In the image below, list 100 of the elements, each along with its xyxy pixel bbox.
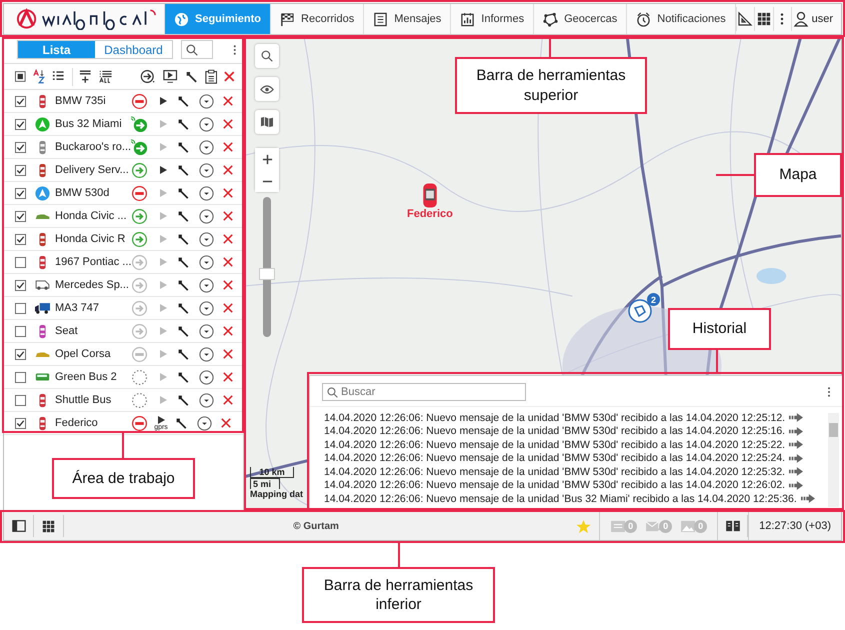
wrench-icon[interactable] <box>184 70 198 84</box>
list-icon[interactable] <box>52 70 64 83</box>
unit-name[interactable]: Federico <box>55 417 130 429</box>
checkbox[interactable] <box>15 210 26 222</box>
monitor-play-icon[interactable] <box>163 69 178 84</box>
unit-name[interactable]: BMW 735i <box>55 95 130 107</box>
dropdown-circle-icon[interactable] <box>197 416 212 430</box>
wrench-icon[interactable] <box>177 324 190 338</box>
delete-icon[interactable] <box>223 96 233 106</box>
arrow-circle-icon[interactable] <box>140 69 156 84</box>
unit-name[interactable]: Seat <box>55 325 130 337</box>
dropdown-circle-icon[interactable] <box>199 370 214 384</box>
wrench-icon[interactable] <box>177 118 190 130</box>
wrench-icon[interactable] <box>177 232 190 246</box>
arrow-right-icon[interactable] <box>789 454 804 463</box>
dropdown-circle-icon[interactable] <box>199 232 214 246</box>
unit-name[interactable]: Buckaroo's ro... <box>55 141 130 153</box>
unit-name[interactable]: Shuttle Bus <box>55 394 130 406</box>
delete-icon[interactable] <box>223 165 233 175</box>
user-button[interactable] <box>791 7 810 31</box>
wrench-icon[interactable] <box>177 164 190 176</box>
wrench-icon[interactable] <box>177 256 190 268</box>
checkbox[interactable] <box>15 118 26 130</box>
checkbox[interactable] <box>15 394 26 406</box>
unit-name[interactable]: Honda Civic ... <box>55 210 130 222</box>
delete-icon[interactable] <box>224 71 235 82</box>
arrow-right-icon[interactable] <box>800 494 815 504</box>
visibility-button[interactable] <box>255 77 279 101</box>
wrench-icon[interactable] <box>177 94 190 108</box>
wrench-icon[interactable] <box>175 416 188 430</box>
wrench-icon[interactable] <box>177 140 190 154</box>
delete-icon[interactable] <box>221 418 231 428</box>
wrench-icon[interactable] <box>177 348 190 360</box>
map-layers-button[interactable] <box>255 110 279 134</box>
checkbox[interactable] <box>15 326 26 336</box>
checkbox[interactable] <box>15 96 26 106</box>
dropdown-circle-icon[interactable] <box>199 94 214 108</box>
dropdown-circle-icon[interactable] <box>199 324 214 338</box>
sort-icon[interactable] <box>32 69 46 84</box>
dropdown-circle-icon[interactable] <box>199 254 214 270</box>
wrench-icon[interactable] <box>177 302 190 314</box>
unit-name[interactable]: Honda Civic R <box>55 233 130 245</box>
wrench-icon[interactable] <box>177 394 190 406</box>
unit-name[interactable]: Mercedes Sp... <box>55 279 130 291</box>
more-menu-icon[interactable] <box>827 386 831 398</box>
unit-name[interactable]: MA3 747 <box>55 302 130 314</box>
slider-thumb[interactable] <box>259 268 275 280</box>
dropdown-circle-icon[interactable] <box>199 186 214 200</box>
dropdown-circle-icon[interactable] <box>199 392 214 408</box>
delete-icon[interactable] <box>223 326 233 336</box>
dropdown-circle-icon[interactable] <box>199 208 214 224</box>
add-to-list-icon[interactable] <box>79 69 92 84</box>
delete-icon[interactable] <box>223 349 233 359</box>
dropdown-circle-icon[interactable] <box>199 162 214 178</box>
clipboard-icon[interactable] <box>204 69 218 84</box>
play-icon[interactable] <box>159 97 167 105</box>
unit-name[interactable]: 1967 Pontiac ... <box>55 256 130 268</box>
star-icon[interactable] <box>576 518 592 534</box>
arrow-right-icon[interactable] <box>789 440 804 450</box>
unit-name[interactable]: Green Bus 2 <box>55 371 130 383</box>
delete-icon[interactable] <box>223 372 233 382</box>
delete-icon[interactable] <box>223 395 233 405</box>
delete-icon[interactable] <box>223 142 233 152</box>
more-menu-icon[interactable] <box>233 44 237 56</box>
unit-name[interactable]: Bus 32 Miami <box>55 118 130 130</box>
select-all-checkbox[interactable] <box>15 71 26 82</box>
wrench-icon[interactable] <box>177 210 190 222</box>
zoom-slider[interactable] <box>259 197 275 337</box>
ruler-button[interactable] <box>736 7 754 31</box>
arrow-right-icon[interactable] <box>789 426 804 436</box>
wrench-icon[interactable] <box>177 370 190 384</box>
delete-icon[interactable] <box>223 234 233 244</box>
add-all-icon[interactable] <box>98 69 112 84</box>
checkbox[interactable] <box>15 142 26 152</box>
scrollbar[interactable] <box>828 413 839 507</box>
search-field[interactable]: Buscar <box>322 383 526 401</box>
dropdown-circle-icon[interactable] <box>199 116 214 132</box>
zoom-in-button[interactable] <box>255 148 279 170</box>
wrench-icon[interactable] <box>177 278 190 292</box>
checkbox[interactable] <box>15 256 26 268</box>
delete-icon[interactable] <box>223 257 233 267</box>
delete-icon[interactable] <box>223 303 233 313</box>
checkbox[interactable] <box>15 302 26 314</box>
arrow-right-icon[interactable] <box>789 413 804 422</box>
dropdown-circle-icon[interactable] <box>199 278 214 292</box>
delete-icon[interactable] <box>223 280 233 290</box>
delete-icon[interactable] <box>223 188 233 198</box>
delete-icon[interactable] <box>223 211 233 221</box>
unit-name[interactable]: Delivery Serv... <box>55 164 130 176</box>
search-field[interactable] <box>181 40 214 59</box>
apps-button[interactable] <box>754 7 773 31</box>
checkbox[interactable] <box>15 188 26 198</box>
wrench-icon[interactable] <box>177 186 190 200</box>
unit-cluster-icon[interactable] <box>628 299 652 323</box>
arrow-right-icon[interactable] <box>789 467 804 476</box>
play-icon[interactable] <box>159 166 167 174</box>
checkbox[interactable] <box>15 280 26 290</box>
arrow-right-icon[interactable] <box>789 480 804 490</box>
unit-name[interactable]: Opel Corsa <box>55 348 130 360</box>
search-button[interactable] <box>255 44 279 68</box>
